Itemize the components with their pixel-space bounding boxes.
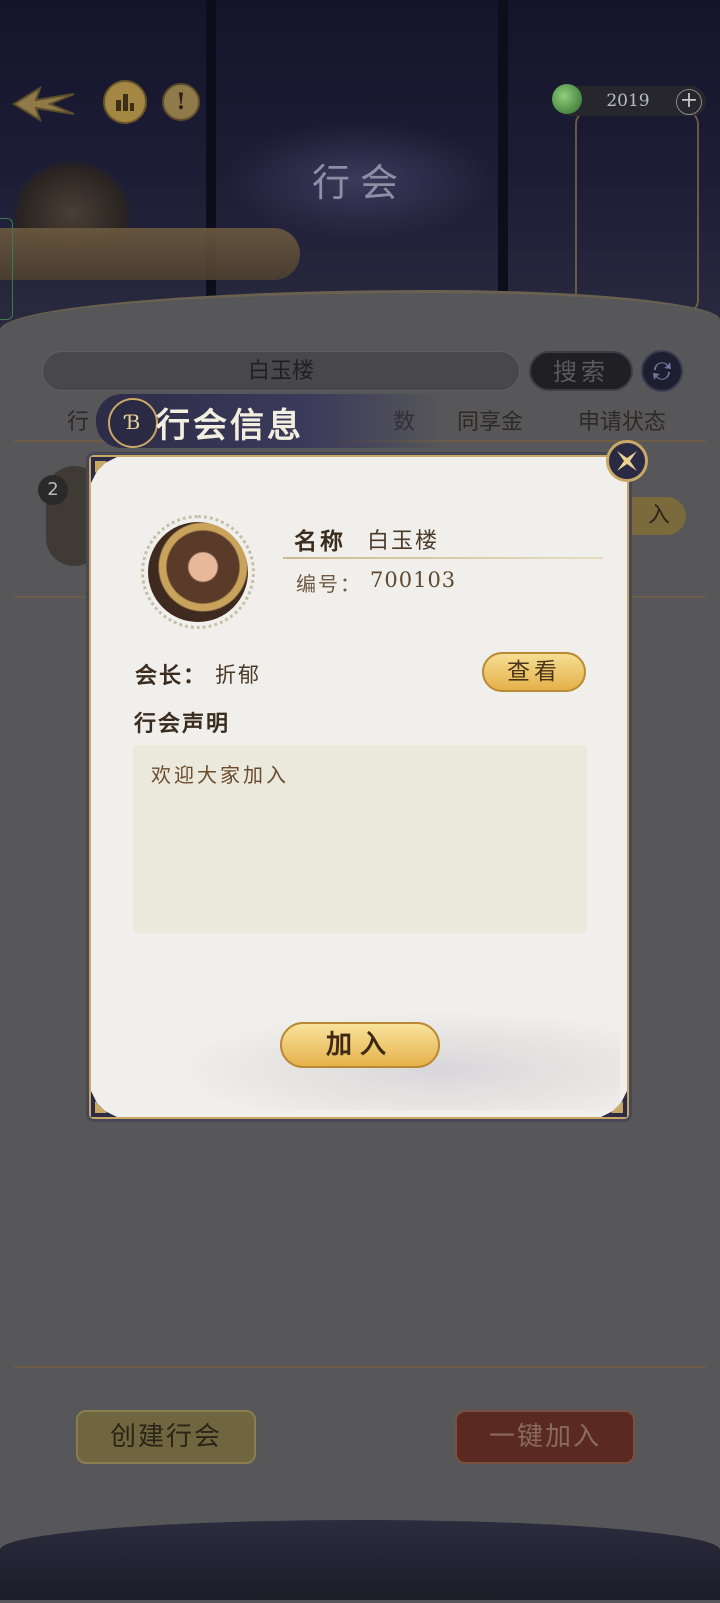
create-guild-button[interactable]: 创建行会 bbox=[76, 1410, 256, 1464]
list-divider-bottom bbox=[14, 1366, 706, 1368]
bottom-band bbox=[0, 1520, 720, 1600]
guild-id-label: 编号： bbox=[296, 572, 362, 596]
currency-display: 2019 + bbox=[552, 84, 706, 116]
list-row-rank-badge: 2 bbox=[38, 475, 68, 505]
lantern-decoration bbox=[575, 110, 699, 314]
corner-ornament-icon bbox=[91, 1091, 117, 1117]
side-tab[interactable] bbox=[0, 218, 13, 320]
guild-avatar-frame bbox=[141, 515, 255, 629]
column-header-guild: 行 bbox=[67, 410, 90, 435]
modal-title: 行会信息 bbox=[156, 406, 304, 446]
info-button[interactable]: ! bbox=[162, 83, 200, 121]
declaration-text: 欢迎大家加入 bbox=[133, 745, 587, 933]
info-icon: ! bbox=[176, 89, 186, 115]
ranking-button[interactable] bbox=[103, 80, 147, 124]
guild-emblem-icon: Ɓ bbox=[108, 398, 158, 448]
avatar bbox=[148, 522, 248, 622]
corner-ornament-icon bbox=[91, 457, 117, 483]
ranking-icon bbox=[116, 94, 134, 111]
column-header-apply-status: 申请状态 bbox=[578, 410, 667, 435]
refresh-icon bbox=[653, 362, 671, 380]
guild-name-label: 名称 bbox=[294, 528, 346, 555]
jade-currency-icon bbox=[552, 84, 582, 114]
list-row-join-button[interactable]: 入 bbox=[632, 497, 686, 535]
refresh-button[interactable] bbox=[641, 350, 683, 392]
guild-name-value: 白玉楼 bbox=[367, 529, 440, 554]
back-button[interactable] bbox=[10, 80, 80, 126]
page-title: 行会 bbox=[311, 161, 408, 205]
guild-leader-label: 会长： bbox=[135, 663, 208, 689]
declaration-label: 行会声明 bbox=[134, 711, 231, 737]
back-arrow-icon bbox=[12, 85, 75, 123]
name-divider bbox=[283, 557, 603, 559]
search-input[interactable]: 白玉楼 bbox=[42, 351, 520, 391]
quick-join-button[interactable]: 一键加入 bbox=[455, 1410, 635, 1464]
add-currency-button[interactable]: + bbox=[676, 89, 702, 115]
close-icon bbox=[617, 451, 637, 471]
join-guild-button[interactable]: 加入 bbox=[280, 1022, 440, 1068]
guild-leader-value: 折郁 bbox=[215, 663, 261, 687]
scroll-decoration bbox=[0, 228, 300, 280]
guild-id-value: 700103 bbox=[370, 568, 457, 592]
search-button[interactable]: 搜索 bbox=[529, 351, 633, 391]
column-header-shared-fund: 同享金 bbox=[457, 410, 524, 435]
currency-amount: 2019 bbox=[606, 91, 650, 111]
view-leader-button[interactable]: 查看 bbox=[482, 652, 586, 692]
close-button[interactable] bbox=[606, 440, 648, 482]
